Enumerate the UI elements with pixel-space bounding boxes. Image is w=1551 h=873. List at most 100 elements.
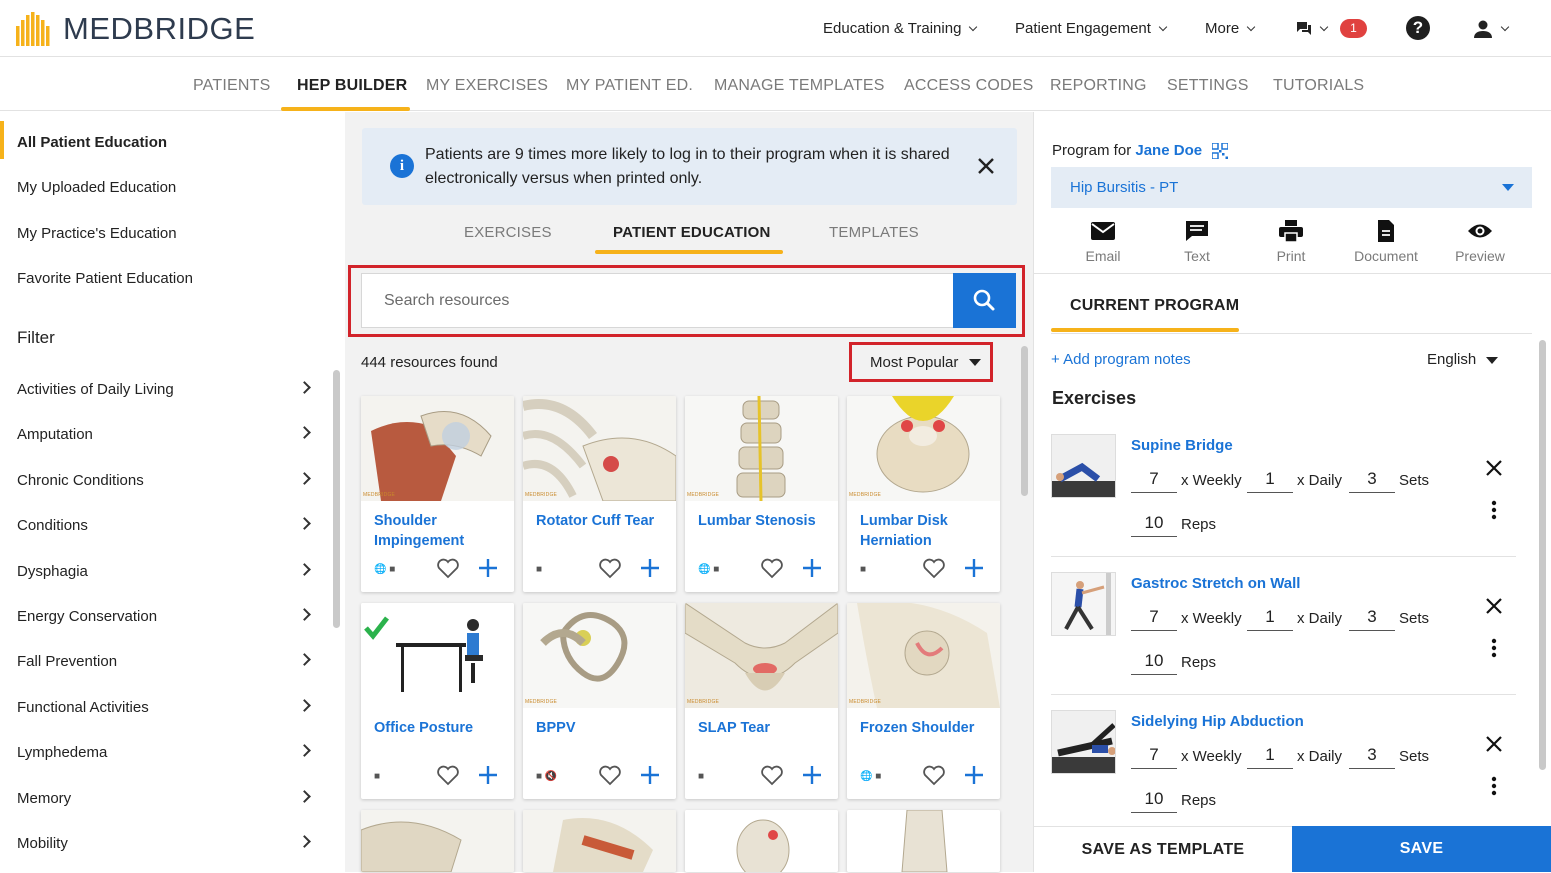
filter-mobility[interactable]: Mobility [17,835,313,852]
heart-icon[interactable] [436,764,460,786]
language-select[interactable]: English [1427,351,1476,368]
exercise-name[interactable]: Gastroc Stretch on Wall [1131,575,1300,592]
plus-icon[interactable] [801,764,823,786]
more-vertical-icon[interactable] [1491,776,1497,796]
filter-lymphedema[interactable]: Lymphedema [17,744,313,761]
daily-input[interactable]: 1 [1247,743,1293,769]
resource-card[interactable]: MEDBRIDGE Shoulder Impingement 🌐 ■ [361,396,514,592]
heart-icon[interactable] [760,557,784,579]
tab-tutorials[interactable]: TUTORIALS [1273,77,1364,95]
nav-education-training[interactable]: Education & Training [823,0,978,57]
tab-my-exercises[interactable]: MY EXERCISES [426,77,548,95]
filter-fall-prevention[interactable]: Fall Prevention [17,653,313,670]
remove-icon[interactable] [1485,735,1503,753]
share-preview-button[interactable]: Preview [1440,220,1520,264]
exercise-thumbnail[interactable] [1051,434,1116,498]
tab-reporting[interactable]: REPORTING [1050,77,1147,95]
daily-input[interactable]: 1 [1247,467,1293,493]
filter-dysphagia[interactable]: Dysphagia [17,563,313,580]
nav-patient-engagement[interactable]: Patient Engagement [1015,0,1168,57]
tab-settings[interactable]: SETTINGS [1167,77,1249,95]
plus-icon[interactable] [963,764,985,786]
card-title[interactable]: Rotator Cuff Tear [536,511,666,531]
tab-hep-builder[interactable]: HEP BUILDER [297,77,407,95]
filter-energy-conservation[interactable]: Energy Conservation [17,608,313,625]
qr-code-icon[interactable] [1212,143,1228,159]
resource-card[interactable] [523,810,676,872]
weekly-input[interactable]: 7 [1131,743,1177,769]
resource-card[interactable]: Office Posture ■ [361,603,514,799]
plus-icon[interactable] [639,764,661,786]
search-button[interactable] [953,273,1016,328]
weekly-input[interactable]: 7 [1131,467,1177,493]
plus-icon[interactable] [801,557,823,579]
remove-icon[interactable] [1485,459,1503,477]
filter-chronic-conditions[interactable]: Chronic Conditions [17,472,313,489]
sidebar-item-favorite-patient-education[interactable]: Favorite Patient Education [17,270,193,287]
resource-card[interactable]: MEDBRIDGE Frozen Shoulder 🌐 ■ [847,603,1000,799]
sets-input[interactable]: 3 [1349,743,1395,769]
resource-card[interactable]: MEDBRIDGE Rotator Cuff Tear ■ [523,396,676,592]
resource-card[interactable]: MEDBRIDGE SLAP Tear ■ [685,603,838,799]
card-title[interactable]: Lumbar Stenosis [698,511,828,531]
nav-more[interactable]: More [1205,0,1256,57]
results-scrollbar[interactable] [1021,346,1028,496]
heart-icon[interactable] [922,764,946,786]
exercise-name[interactable]: Supine Bridge [1131,437,1233,454]
plus-icon[interactable] [477,557,499,579]
heart-icon[interactable] [922,557,946,579]
heart-icon[interactable] [436,557,460,579]
more-vertical-icon[interactable] [1491,500,1497,520]
exercise-name[interactable]: Sidelying Hip Abduction [1131,713,1304,730]
reps-input[interactable]: 10 [1131,649,1177,675]
resource-card[interactable] [361,810,514,872]
tab-access-codes[interactable]: ACCESS CODES [904,77,1034,95]
plus-icon[interactable] [477,764,499,786]
filter-conditions[interactable]: Conditions [17,517,313,534]
sidebar-item-all-patient-education[interactable]: All Patient Education [17,134,167,151]
exercise-thumbnail[interactable] [1051,572,1116,636]
sets-input[interactable]: 3 [1349,605,1395,631]
tab-current-program[interactable]: CURRENT PROGRAM [1070,297,1239,315]
tab-patients[interactable]: PATIENTS [193,77,270,95]
tab-manage-templates[interactable]: MANAGE TEMPLATES [714,77,885,95]
sidebar-item-my-uploaded-education[interactable]: My Uploaded Education [17,179,176,196]
logo[interactable]: MEDBRIDGE [16,11,255,47]
heart-icon[interactable] [598,557,622,579]
filter-activities-of-daily-living[interactable]: Activities of Daily Living [17,381,313,398]
card-title[interactable]: Lumbar Disk Herniation [860,511,990,551]
sets-input[interactable]: 3 [1349,467,1395,493]
resource-card[interactable]: MEDBRIDGE Lumbar Disk Herniation ■ [847,396,1000,592]
share-print-button[interactable]: Print [1251,220,1331,264]
more-vertical-icon[interactable] [1491,638,1497,658]
card-title[interactable]: Shoulder Impingement [374,511,504,551]
card-title[interactable]: Frozen Shoulder [860,718,990,738]
heart-icon[interactable] [760,764,784,786]
weekly-input[interactable]: 7 [1131,605,1177,631]
notification-badge[interactable]: 1 [1340,19,1367,38]
share-text-button[interactable]: Text [1157,220,1237,264]
save-button[interactable]: SAVE [1292,826,1551,872]
card-title[interactable]: BPPV [536,718,666,738]
add-program-notes-link[interactable]: + Add program notes [1051,351,1191,368]
tab-exercises[interactable]: EXERCISES [464,224,552,241]
resource-card[interactable]: MEDBRIDGE BPPV ■ 🔇 [523,603,676,799]
remove-icon[interactable] [1485,597,1503,615]
resource-card[interactable] [847,810,1000,872]
program-scrollbar[interactable] [1539,340,1546,770]
card-title[interactable]: SLAP Tear [698,718,828,738]
share-document-button[interactable]: Document [1346,220,1426,264]
heart-icon[interactable] [598,764,622,786]
user-menu[interactable] [1473,0,1510,57]
close-icon[interactable] [975,155,997,177]
chat-menu[interactable] [1296,0,1329,57]
help-icon[interactable]: ? [1406,16,1430,40]
sidebar-item-my-practice-education[interactable]: My Practice's Education [17,225,177,242]
card-title[interactable]: Office Posture [374,718,504,738]
plus-icon[interactable] [639,557,661,579]
plus-icon[interactable] [963,557,985,579]
tab-templates[interactable]: TEMPLATES [829,224,919,241]
exercise-thumbnail[interactable] [1051,710,1116,774]
tab-my-patient-ed[interactable]: MY PATIENT ED. [566,77,693,95]
filter-memory[interactable]: Memory [17,790,313,807]
